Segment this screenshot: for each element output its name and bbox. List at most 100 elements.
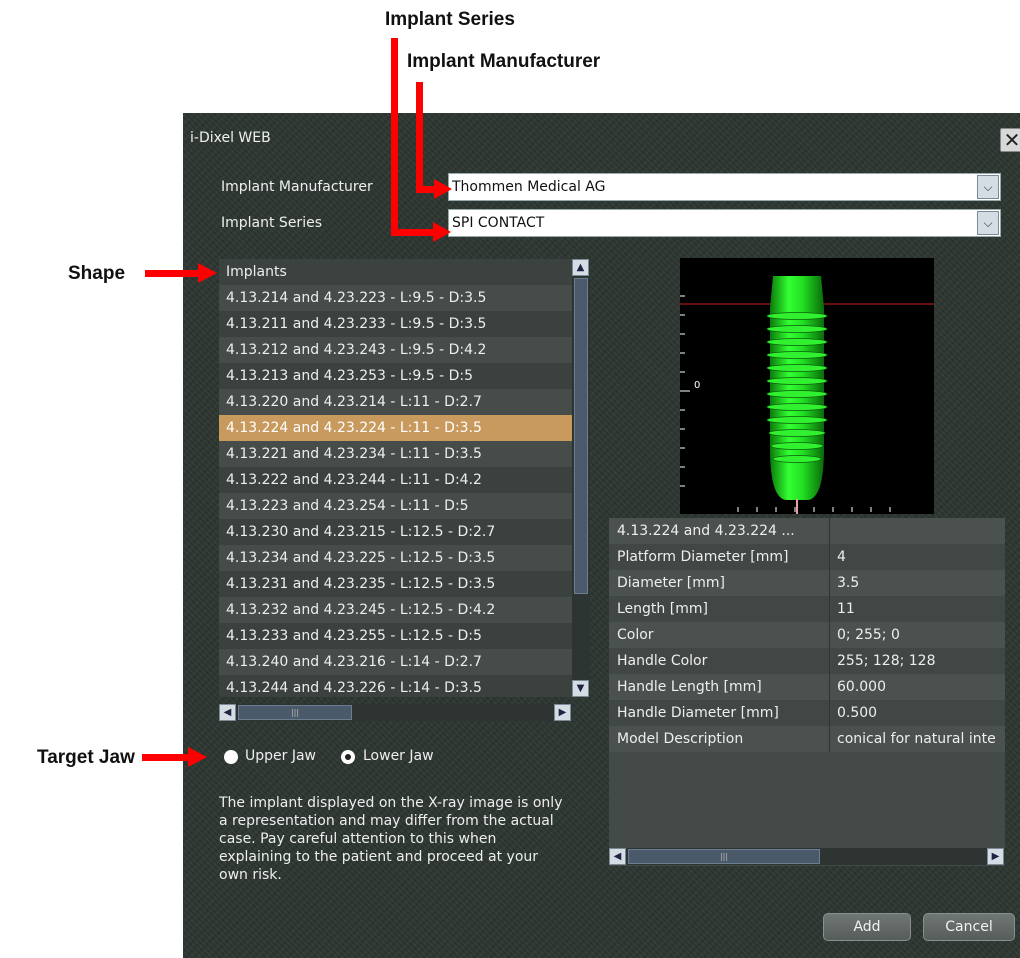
add-button[interactable]: Add [823, 913, 911, 941]
property-separator [829, 518, 830, 544]
property-key: Handle Length [mm] [617, 679, 762, 695]
implant-thread [766, 416, 828, 424]
implant-list-item[interactable]: 4.13.224 and 4.23.224 - L:11 - D:3.5 [219, 415, 573, 441]
implants-list: Implants 4.13.214 and 4.23.223 - L:9.5 -… [219, 259, 573, 697]
property-value: 255; 128; 128 [837, 653, 936, 669]
property-row: Diameter [mm] 3.5 [609, 570, 1005, 596]
manufacturer-value: Thommen Medical AG [452, 179, 606, 195]
implant-preview-graphic: 0 [680, 276, 934, 514]
property-separator [829, 648, 830, 674]
property-separator [829, 596, 830, 622]
cancel-button[interactable]: Cancel [923, 913, 1015, 941]
chevron-down-icon[interactable]: ⌵ [977, 175, 999, 199]
implant-list-item[interactable]: 4.13.220 and 4.23.214 - L:11 - D:2.7 [219, 389, 573, 415]
property-value: 11 [837, 601, 855, 617]
implant-thread [766, 338, 828, 346]
property-row: Platform Diameter [mm] 4 [609, 544, 1005, 570]
implant-thread [766, 325, 828, 333]
lower-jaw-radio[interactable] [341, 750, 355, 764]
property-value: 0; 255; 0 [837, 627, 900, 643]
property-row: Model Description conical for natural int… [609, 726, 1005, 752]
property-key: Color [617, 627, 654, 643]
scroll-up-icon[interactable]: ▲ [572, 259, 589, 276]
implant-list-item[interactable]: 4.13.211 and 4.23.233 - L:9.5 - D:3.5 [219, 311, 573, 337]
implant-dialog: i-Dixel WEB ✕ Implant Manufacturer Thomm… [183, 113, 1020, 958]
close-button[interactable]: ✕ [1000, 128, 1020, 152]
lower-jaw-label[interactable]: Lower Jaw [363, 748, 434, 764]
annotation-implant-manufacturer: Implant Manufacturer [407, 51, 601, 72]
scroll-right-icon[interactable]: ▶ [987, 848, 1004, 865]
property-key: Model Description [617, 731, 744, 747]
implant-thread [766, 390, 828, 398]
implant-list-item[interactable]: 4.13.213 and 4.23.253 - L:9.5 - D:5 [219, 363, 573, 389]
property-value: conical for natural inte [837, 731, 996, 747]
upper-jaw-label[interactable]: Upper Jaw [245, 748, 316, 764]
implant-body [766, 276, 828, 500]
scroll-left-icon[interactable]: ◀ [609, 848, 626, 865]
property-key: Length [mm] [617, 601, 708, 617]
property-separator [829, 700, 830, 726]
implant-list-item[interactable]: 4.13.234 and 4.23.225 - L:12.5 - D:3.5 [219, 545, 573, 571]
series-select[interactable]: SPI CONTACT ⌵ [448, 209, 1001, 237]
property-separator [829, 674, 830, 700]
implant-list-item[interactable]: 4.13.231 and 4.23.235 - L:12.5 - D:3.5 [219, 571, 573, 597]
property-row: Handle Color 255; 128; 128 [609, 648, 1005, 674]
property-value: 3.5 [837, 575, 860, 591]
property-value: 60.000 [837, 679, 886, 695]
scroll-thumb[interactable]: ||| [628, 849, 820, 864]
series-value: SPI CONTACT [452, 215, 545, 231]
property-separator [829, 570, 830, 596]
implant-thread [766, 364, 828, 372]
property-value: 4 [837, 549, 846, 565]
implant-list-item[interactable]: 4.13.233 and 4.23.255 - L:12.5 - D:5 [219, 623, 573, 649]
property-key: Diameter [mm] [617, 575, 726, 591]
implant-thread [766, 377, 828, 385]
property-key: Handle Color [617, 653, 708, 669]
properties-horizontal-scrollbar[interactable]: ◀ ||| ▶ [609, 848, 1005, 865]
implant-list-item[interactable]: 4.13.244 and 4.23.226 - L:14 - D:3.5 [219, 675, 573, 697]
property-row: Handle Diameter [mm] 0.500 [609, 700, 1005, 726]
implants-header: Implants [219, 259, 573, 285]
property-row: Length [mm] 11 [609, 596, 1005, 622]
scroll-left-icon[interactable]: ◀ [219, 704, 236, 721]
implant-thread [766, 312, 828, 320]
implant-thread [770, 442, 824, 450]
implant-thread [766, 351, 828, 359]
scroll-thumb[interactable] [574, 278, 588, 594]
implant-list-item[interactable]: 4.13.230 and 4.23.215 - L:12.5 - D:2.7 [219, 519, 573, 545]
scroll-right-icon[interactable]: ▶ [554, 704, 571, 721]
annotation-shape: Shape [68, 263, 126, 284]
property-key: 4.13.224 and 4.23.224 ... [617, 523, 795, 539]
property-key: Platform Diameter [mm] [617, 549, 789, 565]
property-separator [829, 622, 830, 648]
dialog-title: i-Dixel WEB [190, 130, 271, 146]
implant-preview: 0 [680, 258, 934, 514]
implant-list-item[interactable]: 4.13.240 and 4.23.216 - L:14 - D:2.7 [219, 649, 573, 675]
chevron-down-icon[interactable]: ⌵ [977, 211, 999, 235]
implant-list-item[interactable]: 4.13.221 and 4.23.234 - L:11 - D:3.5 [219, 441, 573, 467]
annotation-target-jaw: Target Jaw [37, 747, 135, 768]
upper-jaw-radio[interactable] [224, 750, 238, 764]
close-icon: ✕ [1003, 128, 1020, 152]
annotation-implant-series: Implant Series [385, 9, 515, 30]
property-key: Handle Diameter [mm] [617, 705, 779, 721]
properties-table: 4.13.224 and 4.23.224 ... Platform Diamet… [609, 518, 1005, 866]
property-row: 4.13.224 and 4.23.224 ... [609, 518, 1005, 544]
scroll-down-icon[interactable]: ▼ [572, 680, 589, 697]
implant-list-item[interactable]: 4.13.232 and 4.23.245 - L:12.5 - D:4.2 [219, 597, 573, 623]
implant-list-item[interactable]: 4.13.214 and 4.23.223 - L:9.5 - D:3.5 [219, 285, 573, 311]
implant-list-item[interactable]: 4.13.212 and 4.23.243 - L:9.5 - D:4.2 [219, 337, 573, 363]
implants-vertical-scrollbar[interactable]: ▲ ▼ [572, 259, 590, 697]
implant-list-item[interactable]: 4.13.222 and 4.23.244 - L:11 - D:4.2 [219, 467, 573, 493]
implant-thread [772, 455, 822, 463]
property-row: Color 0; 255; 0 [609, 622, 1005, 648]
implants-horizontal-scrollbar[interactable]: ◀ ||| ▶ [219, 704, 572, 721]
disclaimer-text: The implant displayed on the X-ray image… [219, 795, 563, 883]
scroll-thumb[interactable]: ||| [238, 705, 352, 720]
manufacturer-select[interactable]: Thommen Medical AG ⌵ [448, 173, 1001, 201]
implant-list-item[interactable]: 4.13.223 and 4.23.254 - L:11 - D:5 [219, 493, 573, 519]
implant-thread [766, 403, 828, 411]
series-label: Implant Series [221, 215, 322, 231]
manufacturer-label: Implant Manufacturer [221, 179, 373, 195]
property-separator [829, 726, 830, 752]
